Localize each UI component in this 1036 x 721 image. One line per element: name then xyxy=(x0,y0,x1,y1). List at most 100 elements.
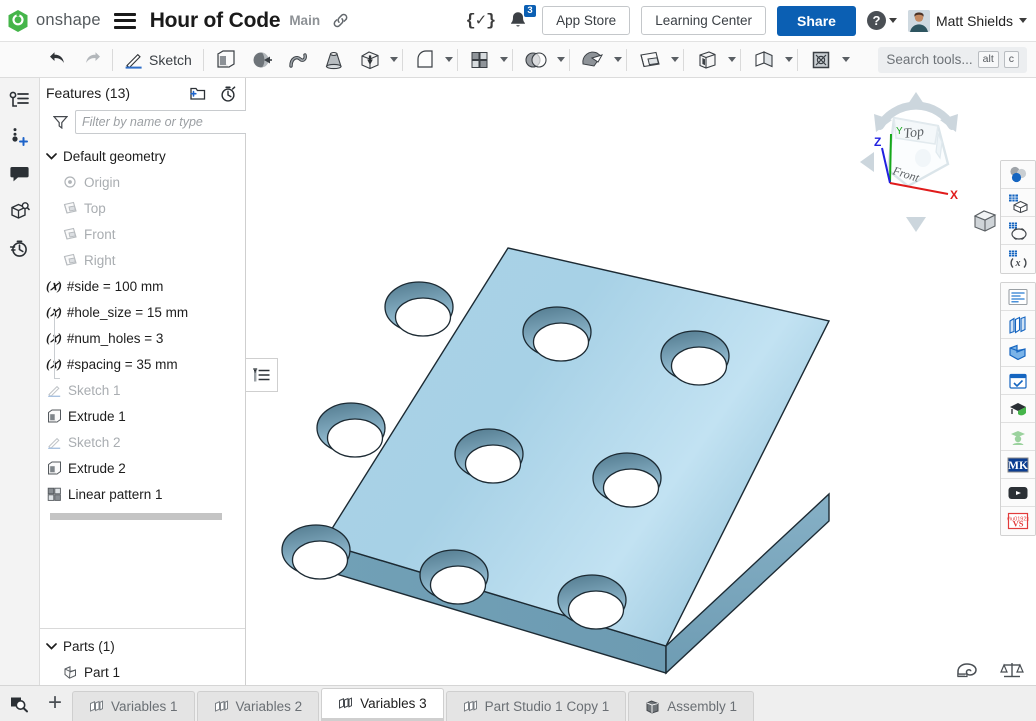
appearance-icon[interactable] xyxy=(1001,161,1035,189)
tab-search-icon[interactable] xyxy=(0,685,38,721)
help-menu-button[interactable]: ? xyxy=(867,11,897,30)
brand-logo[interactable]: onshape xyxy=(0,9,101,33)
share-button[interactable]: Share xyxy=(777,6,856,36)
tree-item-label: Right xyxy=(84,253,116,268)
extrude-tool[interactable] xyxy=(208,44,244,76)
tree-item-variable-hole-size[interactable]: (𝑥) #hole_size = 15 mm xyxy=(40,299,245,325)
mass-properties-icon[interactable] xyxy=(1000,661,1024,679)
tree-horizontal-scrollbar[interactable] xyxy=(50,513,222,520)
home-view-icon[interactable] xyxy=(972,208,998,234)
part-search-icon[interactable] xyxy=(5,197,35,225)
search-tools-input[interactable]: Search tools... alt c xyxy=(878,47,1027,73)
render-studio-icon[interactable] xyxy=(1001,189,1035,217)
undo-button[interactable] xyxy=(42,44,75,76)
chevron-down-icon[interactable] xyxy=(46,642,57,650)
transform-tool[interactable] xyxy=(802,44,840,76)
fillet-tool[interactable] xyxy=(407,44,443,76)
sheetmetal-tool[interactable] xyxy=(745,44,783,76)
notifications-button[interactable]: 3 xyxy=(507,9,531,33)
tree-item-linear-pattern-1[interactable]: Linear pattern 1 xyxy=(40,481,245,507)
sheetmetal-tool-dropdown[interactable] xyxy=(785,57,793,62)
panel-header-actions xyxy=(189,85,237,102)
pattern-icon xyxy=(46,486,62,502)
schedule-app-icon[interactable] xyxy=(1001,367,1035,395)
tree-item-variable-num-holes[interactable]: (𝑥) #num_holes = 3 xyxy=(40,325,245,351)
measure-icon[interactable] xyxy=(956,661,980,679)
filter-input[interactable] xyxy=(75,110,252,134)
tree-item-variable-side[interactable]: (𝑥) #side = 100 mm xyxy=(40,273,245,299)
hole-tool[interactable] xyxy=(352,44,388,76)
tree-item-extrude-1[interactable]: Extrude 1 xyxy=(40,403,245,429)
transform-tool-dropdown[interactable] xyxy=(842,57,850,62)
chevron-down-icon[interactable] xyxy=(46,152,57,160)
sketch-button[interactable]: Sketch xyxy=(117,44,199,76)
learning-center-button[interactable]: Learning Center xyxy=(641,6,766,35)
tab-label: Part Studio 1 Copy 1 xyxy=(485,699,610,714)
app-store-button[interactable]: App Store xyxy=(542,6,630,35)
add-tab-button[interactable]: + xyxy=(38,685,72,721)
tree-item-front-plane[interactable]: Front xyxy=(40,221,245,247)
tree-item-label: Extrude 1 xyxy=(68,409,126,424)
tree-group-parts[interactable]: Parts (1) xyxy=(40,633,245,659)
plane-tool[interactable] xyxy=(631,44,669,76)
tree-item-variable-spacing[interactable]: (𝑥) #spacing = 35 mm xyxy=(40,351,245,377)
tree-item-right-plane[interactable]: Right xyxy=(40,247,245,273)
graduate-app-icon[interactable] xyxy=(1001,423,1035,451)
tree-item-label: Front xyxy=(84,227,116,242)
shell-tool-dropdown[interactable] xyxy=(728,57,736,62)
new-folder-icon[interactable] xyxy=(189,85,207,101)
cam-app-icon[interactable] xyxy=(1001,339,1035,367)
view-cube[interactable]: Top Front Y Z X xyxy=(852,86,980,236)
tree-item-sketch-1[interactable]: Sketch 1 xyxy=(40,377,245,403)
feature-list-icon[interactable] xyxy=(5,86,35,114)
onshape-logo-icon xyxy=(7,9,29,33)
tree-item-extrude-2[interactable]: Extrude 2 xyxy=(40,455,245,481)
featurescript-app-icon[interactable]: x xyxy=(1001,245,1035,273)
mk-app-icon[interactable]: MK xyxy=(1001,451,1035,479)
bom-app-icon[interactable] xyxy=(1001,311,1035,339)
user-name: Matt Shields xyxy=(936,13,1013,29)
comments-icon[interactable] xyxy=(5,160,35,188)
tab-assembly-1[interactable]: Assembly 1 xyxy=(628,691,754,721)
featurescript-icon[interactable]: {✓} xyxy=(466,10,497,31)
graphics-viewport[interactable]: Top Front Y Z X xyxy=(246,78,1036,685)
tab-variables-2[interactable]: Variables 2 xyxy=(197,691,320,721)
main-menu-button[interactable] xyxy=(114,13,136,29)
tab-variables-1[interactable]: Variables 1 xyxy=(72,691,195,721)
rollback-timer-icon[interactable] xyxy=(219,85,237,102)
user-menu-button[interactable]: Matt Shields xyxy=(908,10,1027,32)
add-version-icon[interactable] xyxy=(5,123,35,151)
redo-button[interactable] xyxy=(75,44,108,76)
tree-item-sketch-2[interactable]: Sketch 2 xyxy=(40,429,245,455)
tree-item-part-1[interactable]: Part 1 xyxy=(40,659,245,685)
fillet-tool-dropdown[interactable] xyxy=(445,57,453,62)
revolve-tool[interactable] xyxy=(244,44,280,76)
tree-item-origin[interactable]: Origin xyxy=(40,169,245,195)
link-icon[interactable] xyxy=(332,12,349,29)
pattern-tool-dropdown[interactable] xyxy=(500,57,508,62)
sweep-tool[interactable] xyxy=(280,44,316,76)
notes-app-icon[interactable] xyxy=(1001,283,1035,311)
plane-tool-dropdown[interactable] xyxy=(671,57,679,62)
pattern-tool[interactable] xyxy=(462,44,498,76)
video-app-icon[interactable] xyxy=(1001,479,1035,507)
boolean-tool[interactable] xyxy=(517,44,555,76)
tree-group-default-geometry[interactable]: Default geometry xyxy=(40,143,245,169)
hole-tool-dropdown[interactable] xyxy=(390,57,398,62)
filter-funnel-icon[interactable] xyxy=(53,115,68,129)
tab-part-studio-1-copy-1[interactable]: Part Studio 1 Copy 1 xyxy=(446,691,627,721)
tree-item-top-plane[interactable]: Top xyxy=(40,195,245,221)
tree-group-label: Default geometry xyxy=(63,149,166,164)
vs-app-icon[interactable]: v\u0192x VS xyxy=(1001,507,1035,535)
history-icon[interactable] xyxy=(5,234,35,262)
education-app-icon[interactable] xyxy=(1001,395,1035,423)
extrude-icon xyxy=(46,460,62,476)
panel-collapse-handle[interactable] xyxy=(246,358,278,392)
draft-tool-dropdown[interactable] xyxy=(614,57,622,62)
boolean-tool-dropdown[interactable] xyxy=(557,57,565,62)
loft-tool[interactable] xyxy=(316,44,352,76)
draft-tool[interactable] xyxy=(574,44,612,76)
shell-tool[interactable] xyxy=(688,44,726,76)
simulation-icon[interactable] xyxy=(1001,217,1035,245)
tab-variables-3[interactable]: Variables 3 xyxy=(321,688,444,721)
